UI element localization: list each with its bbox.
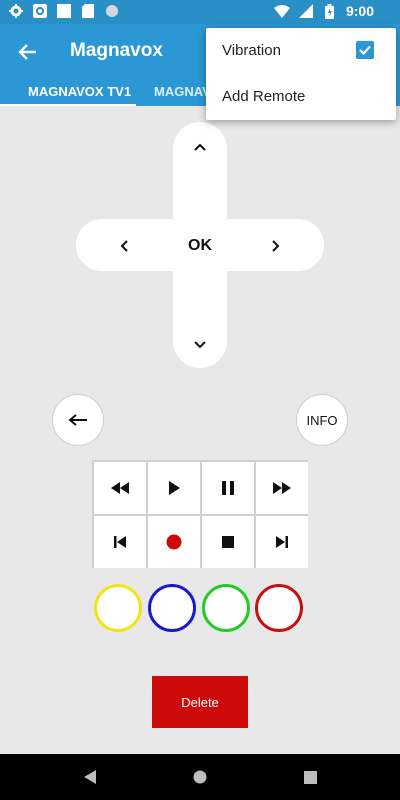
nav-home-icon — [193, 770, 207, 784]
nav-back-icon — [84, 770, 96, 784]
menu-item-add-remote[interactable]: Add Remote — [206, 74, 396, 120]
skip-next-button[interactable] — [256, 516, 308, 568]
play-icon — [169, 481, 180, 495]
overflow-menu: Vibration Add Remote — [206, 28, 396, 120]
nav-recents-button[interactable] — [300, 767, 320, 787]
delete-button[interactable]: Delete — [152, 676, 248, 728]
arrow-left-icon — [18, 44, 36, 60]
nav-recents-icon — [303, 770, 317, 784]
dpad-left-button[interactable] — [112, 234, 136, 258]
status-time: 9:00 — [345, 3, 374, 19]
skip-next-icon — [276, 536, 288, 548]
red-button[interactable] — [255, 584, 303, 632]
tab-magnavox-tv1[interactable]: MAGNAVOX TV1 — [28, 84, 131, 99]
nav-back-button[interactable] — [80, 767, 100, 787]
rewind-button[interactable] — [94, 462, 146, 514]
sd-card-icon — [80, 3, 96, 19]
menu-item-label: Vibration — [222, 42, 281, 59]
green-button[interactable] — [202, 584, 250, 632]
fast-forward-icon — [273, 482, 291, 494]
gear-icon — [8, 3, 24, 19]
signal-icon — [298, 3, 314, 19]
chevron-left-icon — [120, 240, 128, 252]
skip-previous-icon — [114, 536, 126, 548]
dpad-down-button[interactable] — [185, 334, 215, 356]
skip-previous-button[interactable] — [94, 516, 146, 568]
nav-home-button[interactable] — [190, 767, 210, 787]
circle-icon — [104, 3, 120, 19]
menu-item-vibration[interactable]: Vibration — [206, 28, 396, 74]
status-left-icons — [8, 3, 120, 19]
play-button[interactable] — [148, 462, 200, 514]
fast-forward-button[interactable] — [256, 462, 308, 514]
dpad-up-button[interactable] — [185, 136, 215, 158]
status-bar: 9:00 — [0, 0, 400, 24]
rewind-icon — [111, 482, 129, 494]
pause-button[interactable] — [202, 462, 254, 514]
media-controls — [92, 460, 308, 568]
ok-button[interactable]: OK — [176, 232, 224, 260]
white-square-icon — [56, 3, 72, 19]
check-icon — [359, 45, 371, 56]
yellow-button[interactable] — [94, 584, 142, 632]
chevron-right-icon — [272, 240, 280, 252]
stop-icon — [222, 536, 234, 548]
record-button[interactable] — [148, 516, 200, 568]
battery-icon — [322, 3, 338, 19]
vibration-checkbox[interactable] — [356, 41, 374, 59]
chevron-up-icon — [194, 143, 206, 151]
wifi-icon — [273, 3, 290, 19]
pause-icon — [222, 481, 234, 495]
chevron-down-icon — [194, 341, 206, 349]
arrow-left-icon — [68, 414, 87, 426]
stop-button[interactable] — [202, 516, 254, 568]
navigation-bar — [0, 754, 400, 800]
page-title: Magnavox — [70, 40, 163, 61]
status-right-icons: 9:00 — [273, 3, 374, 19]
remote-back-button[interactable] — [52, 394, 104, 446]
tab-indicator — [0, 104, 136, 106]
record-icon — [166, 534, 182, 550]
back-button[interactable] — [14, 38, 42, 66]
info-button[interactable]: INFO — [296, 394, 348, 446]
p-app-icon — [32, 3, 48, 19]
menu-item-label: Add Remote — [222, 88, 306, 105]
dpad-right-button[interactable] — [264, 234, 288, 258]
blue-button[interactable] — [148, 584, 196, 632]
